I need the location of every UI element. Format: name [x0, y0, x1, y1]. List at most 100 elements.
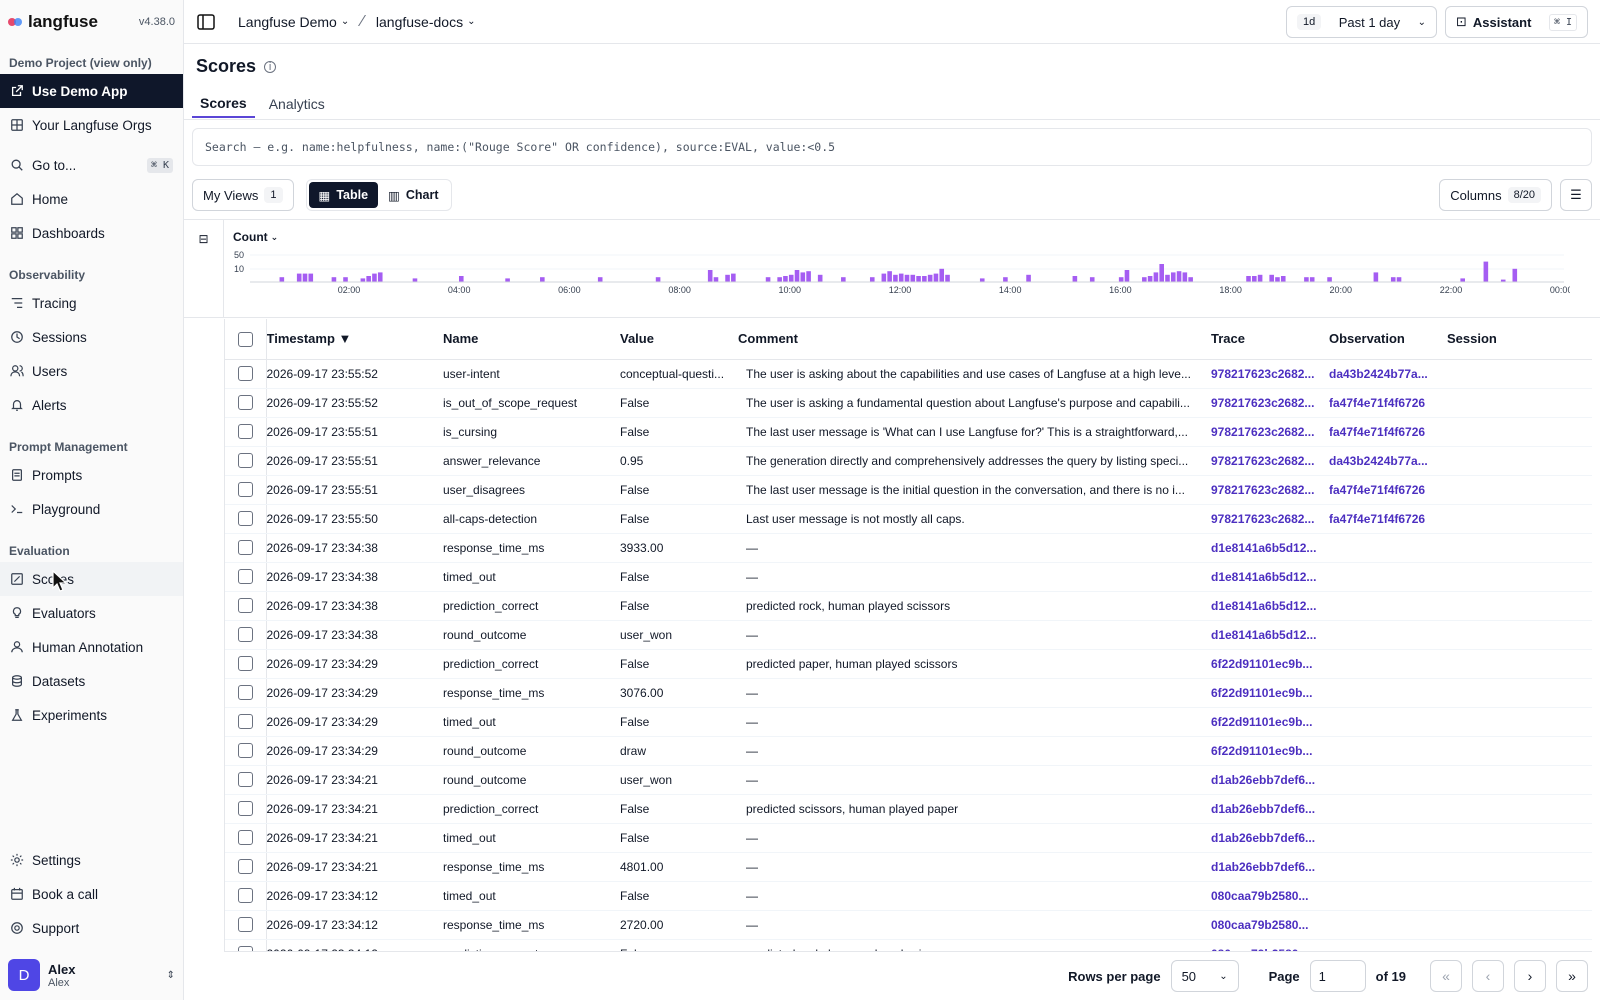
row-checkbox[interactable]	[225, 591, 267, 621]
sidebar-item-support[interactable]: Support	[0, 911, 183, 945]
table-row[interactable]: 2026-09-17 23:55:51 is_cursing False The la…	[225, 417, 1592, 447]
cell-trace[interactable]: 6f22d91101ec9b...	[1211, 736, 1329, 766]
cell-observation[interactable]: fa47f4e71f4f6726	[1329, 504, 1447, 534]
table-row[interactable]: 2026-09-17 23:55:52 user-intent conceptual…	[225, 359, 1592, 389]
row-checkbox[interactable]	[225, 504, 267, 534]
cell-observation[interactable]: fa47f4e71f4f6726	[1329, 388, 1447, 418]
next-page-button[interactable]: ›	[1514, 960, 1546, 992]
sidebar-item-datasets[interactable]: Datasets	[0, 664, 183, 698]
histogram-bar[interactable]	[725, 274, 730, 282]
table-row[interactable]: 2026-09-17 23:55:50 all-caps-detection Fal…	[225, 504, 1592, 534]
histogram-bar[interactable]	[806, 271, 811, 282]
row-checkbox[interactable]	[225, 765, 267, 795]
table-row[interactable]: 2026-09-17 23:55:51 answer_relevance 0.95 T…	[225, 446, 1592, 476]
cell-observation[interactable]	[1329, 765, 1447, 795]
histogram-bar[interactable]	[945, 274, 950, 282]
cell-trace[interactable]: 978217623c2682...	[1211, 388, 1329, 418]
row-density-button[interactable]: ☰	[1560, 179, 1592, 211]
table-row[interactable]: 2026-09-17 23:34:38 round_outcome user_won…	[225, 620, 1592, 650]
histogram-bar[interactable]	[302, 273, 308, 282]
histogram-bar[interactable]	[979, 278, 985, 282]
cell-trace[interactable]: 978217623c2682...	[1211, 359, 1329, 389]
histogram-bar[interactable]	[540, 277, 545, 282]
column-header-comment[interactable]: Comment	[738, 319, 1211, 360]
filter-panel-toggle[interactable]: ⊟	[184, 220, 224, 317]
sidebar-item-human-annotation[interactable]: Human Annotation	[0, 630, 183, 664]
table-row[interactable]: 2026-09-17 23:55:52 is_out_of_scope_reque…	[225, 388, 1592, 418]
histogram-bar[interactable]	[707, 270, 713, 282]
histogram-bar[interactable]	[1153, 272, 1159, 282]
my-views-button[interactable]: My Views 1	[192, 179, 294, 211]
cell-observation[interactable]	[1329, 794, 1447, 824]
cell-observation[interactable]: da43b2424b77a...	[1329, 446, 1447, 476]
row-checkbox[interactable]	[225, 736, 267, 766]
cell-trace[interactable]: 080caa79b2580...	[1211, 881, 1329, 911]
cell-trace[interactable]: 080caa79b2580...	[1211, 910, 1329, 940]
assistant-button[interactable]: ⊡ Assistant ⌘ I	[1445, 6, 1588, 38]
cell-observation[interactable]	[1329, 562, 1447, 592]
table-row[interactable]: 2026-09-17 23:34:21 timed_out False — d1ab26…	[225, 823, 1592, 853]
row-checkbox[interactable]	[225, 475, 267, 505]
user-menu[interactable]: D Alex Alex ⇕	[0, 950, 183, 1000]
cell-trace[interactable]: 978217623c2682...	[1211, 446, 1329, 476]
cell-trace[interactable]: d1ab26ebb7def6...	[1211, 765, 1329, 795]
row-checkbox[interactable]	[225, 359, 267, 389]
cell-trace[interactable]: 6f22d91101ec9b...	[1211, 649, 1329, 679]
histogram-bar[interactable]	[1147, 276, 1153, 282]
row-checkbox[interactable]	[225, 852, 267, 882]
histogram-bar[interactable]	[927, 274, 933, 282]
table-row[interactable]: 2026-09-17 23:34:38 prediction_correct Fal…	[225, 591, 1592, 621]
row-checkbox[interactable]	[225, 388, 267, 418]
project-selector[interactable]: langfuse-docs ⌄	[376, 14, 476, 30]
row-checkbox[interactable]	[225, 794, 267, 824]
histogram-bar[interactable]	[1026, 274, 1031, 282]
histogram-bar[interactable]	[1165, 274, 1170, 282]
row-checkbox[interactable]	[225, 562, 267, 592]
histogram-bar[interactable]	[1252, 276, 1257, 282]
sidebar-item-playground[interactable]: Playground	[0, 492, 183, 526]
histogram-bar[interactable]	[1188, 277, 1193, 282]
histogram-bar[interactable]	[841, 277, 846, 282]
histogram-bar[interactable]	[1246, 276, 1251, 282]
cell-observation[interactable]	[1329, 910, 1447, 940]
table-row[interactable]: 2026-09-17 23:34:29 response_time_ms 3076.…	[225, 678, 1592, 708]
cell-trace[interactable]: d1ab26ebb7def6...	[1211, 852, 1329, 882]
row-checkbox[interactable]	[225, 678, 267, 708]
cell-trace[interactable]: 6f22d91101ec9b...	[1211, 707, 1329, 737]
logo[interactable]: langfuse	[8, 12, 98, 32]
histogram-bar[interactable]	[1176, 271, 1182, 282]
histogram-bar[interactable]	[279, 277, 285, 282]
sidebar-item-alerts[interactable]: Alerts	[0, 388, 183, 422]
sidebar-item-goto[interactable]: Go to... ⌘ K	[0, 148, 183, 182]
histogram-bar[interactable]	[800, 272, 806, 282]
info-icon[interactable]: i	[264, 60, 277, 73]
cell-observation[interactable]	[1329, 823, 1447, 853]
search-bar[interactable]	[192, 128, 1592, 166]
column-header-trace[interactable]: Trace	[1211, 319, 1329, 360]
sidebar-item-book-call[interactable]: Book a call	[0, 877, 183, 911]
histogram-bar[interactable]	[458, 276, 464, 282]
histogram-bar[interactable]	[296, 273, 302, 282]
sidebar-item-dashboards[interactable]: Dashboards	[0, 216, 183, 250]
histogram-bar[interactable]	[916, 276, 921, 282]
histogram-bar[interactable]	[1072, 276, 1078, 282]
first-page-button[interactable]: «	[1430, 960, 1462, 992]
row-checkbox[interactable]	[225, 881, 267, 911]
cell-trace[interactable]: 978217623c2682...	[1211, 417, 1329, 447]
histogram-bar[interactable]	[331, 277, 337, 282]
histogram-bar[interactable]	[887, 271, 892, 282]
table-row[interactable]: 2026-09-17 23:55:51 user_disagrees False Th…	[225, 475, 1592, 505]
prev-page-button[interactable]: ‹	[1472, 960, 1504, 992]
histogram-bar[interactable]	[1309, 277, 1315, 282]
sidebar-item-orgs[interactable]: Your Langfuse Orgs	[0, 108, 183, 142]
cell-observation[interactable]	[1329, 649, 1447, 679]
cell-observation[interactable]	[1329, 533, 1447, 563]
tab-scores[interactable]: Scores	[192, 90, 255, 118]
histogram-bar[interactable]	[412, 278, 418, 282]
column-header-observation[interactable]: Observation	[1329, 319, 1447, 360]
histogram-bar[interactable]	[1269, 274, 1274, 282]
table-row[interactable]: 2026-09-17 23:34:12 timed_out False —080caa…	[225, 881, 1592, 911]
cell-observation[interactable]	[1329, 736, 1447, 766]
count-dropdown[interactable]: Count ⌄	[233, 230, 278, 244]
sidebar-item-home[interactable]: Home	[0, 182, 183, 216]
